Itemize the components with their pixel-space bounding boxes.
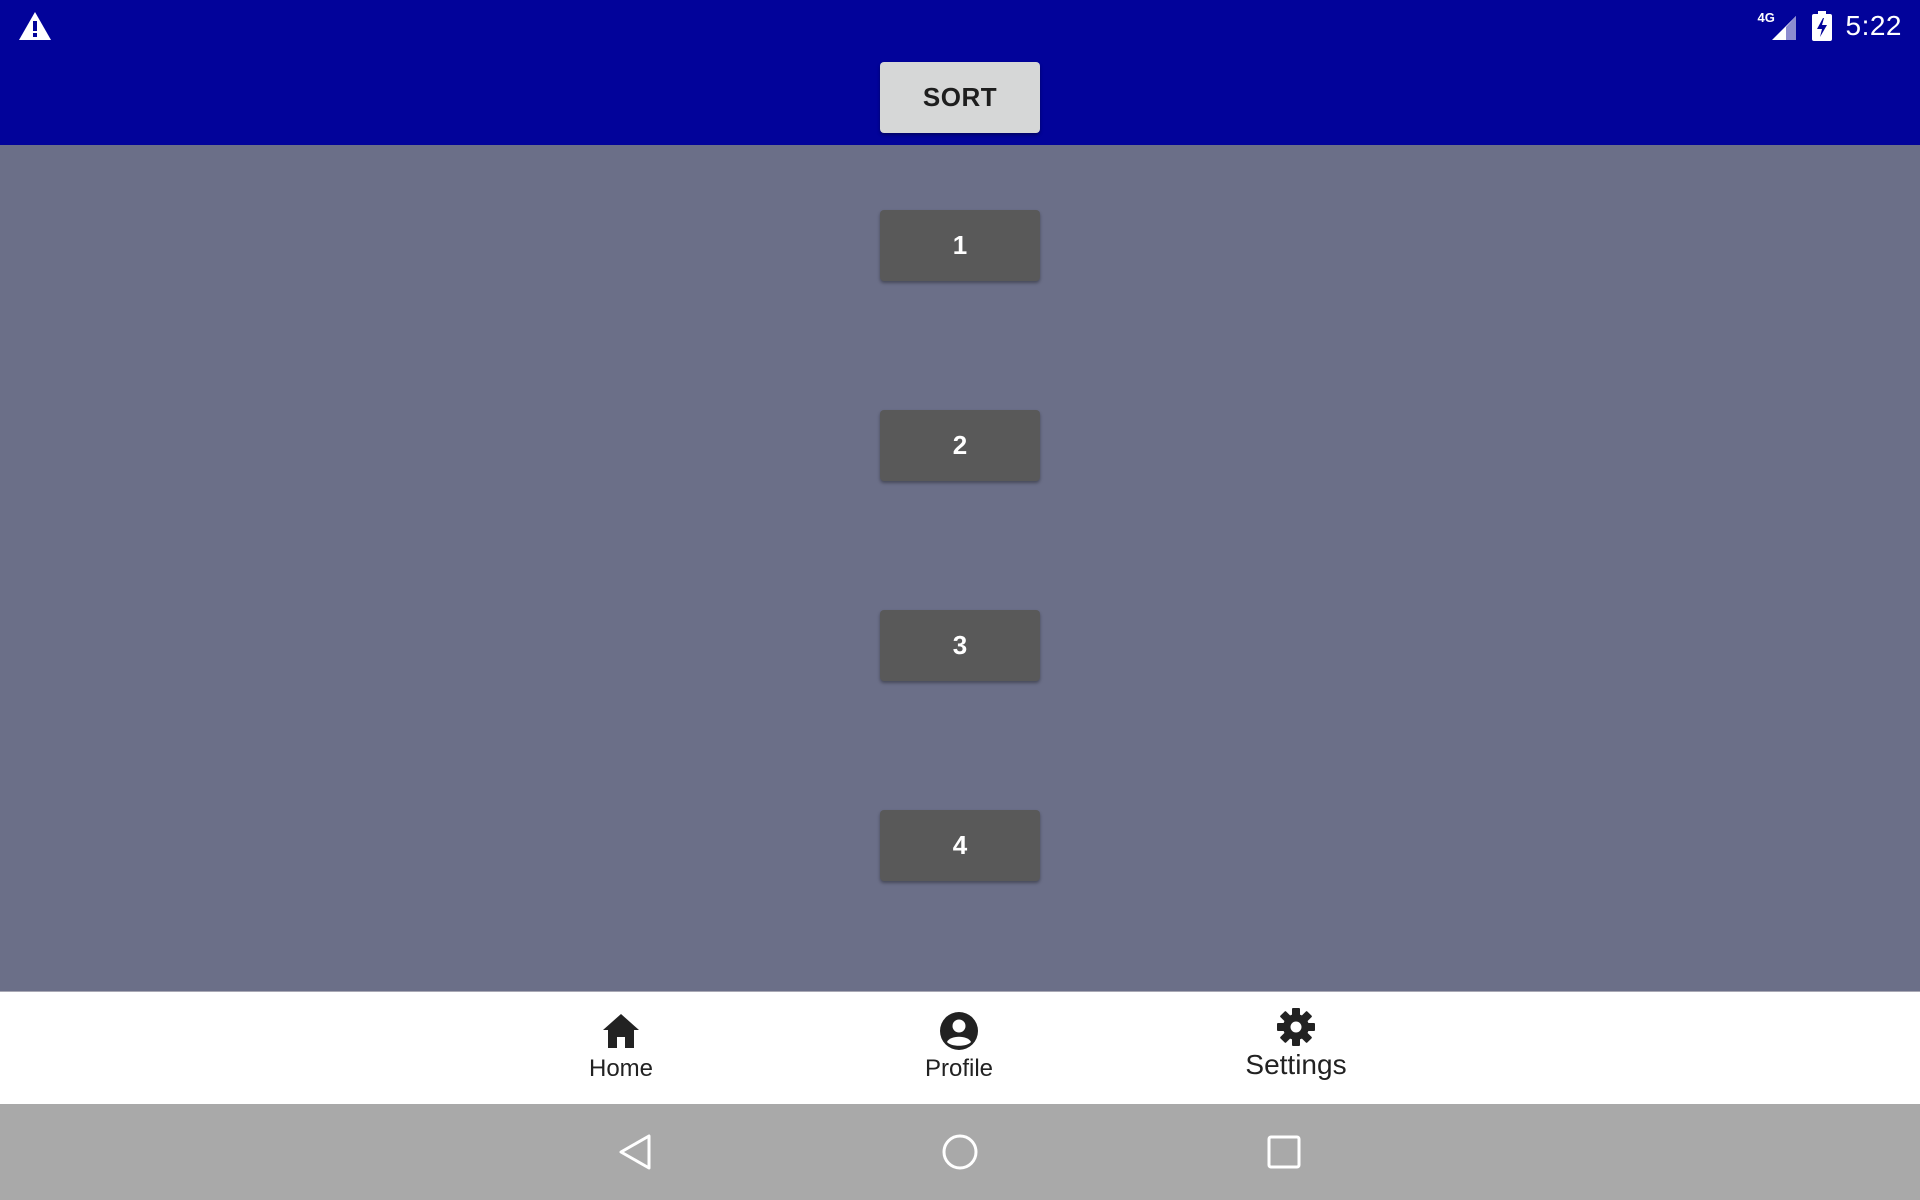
status-time: 5:22 [1845, 10, 1902, 41]
signal-icon: 4G [1758, 10, 1798, 42]
item-button-1[interactable]: 1 [880, 210, 1040, 281]
recents-icon[interactable] [1264, 1132, 1304, 1172]
top-app-bar: 4G 5:22 SORT [0, 0, 1920, 145]
nav-home-label: Home [588, 1055, 654, 1082]
home-circle-icon[interactable] [940, 1132, 980, 1172]
item-button-4[interactable]: 4 [880, 810, 1040, 881]
item-button-2[interactable]: 2 [880, 410, 1040, 481]
nav-profile-label: Profile [924, 1055, 994, 1082]
warning-icon [19, 12, 51, 40]
gear-icon [1277, 1008, 1315, 1046]
home-icon [603, 1014, 639, 1048]
nav-settings-label: Settings [1245, 1049, 1347, 1080]
back-icon[interactable] [616, 1132, 656, 1172]
status-bar-right: 4G 5:22 [1758, 8, 1903, 44]
system-navigation-bar [0, 1104, 1920, 1200]
nav-settings[interactable]: Settings [1196, 992, 1396, 1105]
profile-icon [940, 1012, 978, 1050]
nav-home[interactable]: Home [521, 992, 721, 1105]
nav-profile[interactable]: Profile [859, 992, 1059, 1105]
bottom-navigation: Home Profile Settings [0, 991, 1920, 1105]
battery-charging-icon [1811, 11, 1832, 41]
item-list: 1 2 3 4 [0, 145, 1920, 991]
item-button-3[interactable]: 3 [880, 610, 1040, 681]
sort-button[interactable]: SORT [880, 62, 1040, 133]
